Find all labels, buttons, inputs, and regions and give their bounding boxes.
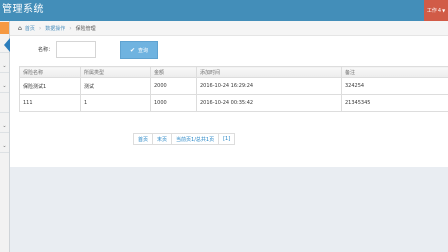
user-menu-label: 工作 [426, 8, 437, 14]
app-title: 管理系统 [2, 4, 44, 15]
cell-type: 测试 [80, 77, 151, 95]
breadcrumb: ⌂ 首页 › 数据操作 › 保险管理 [10, 21, 448, 36]
table-row[interactable]: 111 1 1000 2016-10-24 00:35:42 21345345 [19, 94, 448, 112]
cell-remark: 324254 [341, 77, 448, 95]
chevron-down-icon: ⌄ [2, 82, 7, 89]
cell-time: 2016-10-24 16:29:24 [196, 77, 342, 95]
pagination: 首页 末页 当前页1/总共1页 [1] [133, 133, 236, 145]
column-header-type[interactable]: 所属类型 [80, 66, 151, 78]
chevron-down-icon: ⌄ [2, 142, 7, 149]
breadcrumb-separator: › [69, 24, 72, 32]
chevron-down-icon: ⌄ [2, 62, 7, 69]
cell-time: 2016-10-24 00:35:42 [196, 94, 342, 112]
cell-amount: 1000 [150, 94, 197, 112]
sidebar-item-3[interactable]: ⌄ [0, 79, 9, 93]
sidebar: ⌄ ⌄ ⌄ ⌄ [0, 21, 10, 252]
column-header-time[interactable]: 添加时间 [196, 66, 342, 78]
column-header-remark[interactable]: 备注 [341, 66, 448, 78]
table-header-row: 保险名称 所属类型 金额 添加时间 备注 [19, 66, 448, 78]
cell-remark: 21345345 [341, 94, 448, 112]
search-button-label: 查询 [138, 47, 149, 54]
search-button[interactable]: ✔ 查询 [120, 41, 158, 59]
column-header-name[interactable]: 保险名称 [19, 66, 81, 78]
cell-amount: 2000 [150, 77, 197, 95]
breadcrumb-separator: › [38, 24, 42, 32]
first-page-link[interactable]: 首页 [133, 133, 154, 145]
chevron-down-icon: ⌄ [2, 122, 7, 129]
sidebar-item-2[interactable]: ⌄ [0, 59, 9, 73]
sidebar-toggle[interactable] [0, 22, 9, 34]
sidebar-item-5[interactable]: ⌄ [0, 119, 9, 133]
column-header-amount[interactable]: 金额 [150, 66, 197, 78]
caret-down-icon: ▼ [442, 8, 446, 13]
search-label: 名称： [38, 47, 54, 53]
search-input[interactable] [56, 41, 96, 58]
breadcrumb-current: 保险管理 [75, 25, 96, 32]
cell-name: 111 [19, 94, 81, 112]
user-menu-button[interactable]: 工作 4 ▼ [424, 0, 448, 21]
table-row[interactable]: 保险测试1 测试 2000 2016-10-24 16:29:24 324254 [19, 77, 448, 95]
check-icon: ✔ [129, 46, 135, 54]
notification-count: 4 [437, 7, 442, 14]
main-content: ⌂ 首页 › 数据操作 › 保险管理 名称： ✔ 查询 保险名称 所属类型 金额… [10, 21, 448, 167]
cell-type: 1 [80, 94, 151, 112]
breadcrumb-section[interactable]: 数据操作 [45, 25, 65, 32]
top-navbar: 管理系统 工作 4 ▼ [0, 0, 448, 21]
breadcrumb-home[interactable]: 首页 [25, 25, 35, 32]
home-icon: ⌂ [18, 24, 22, 32]
data-table: 保险名称 所属类型 金额 添加时间 备注 保险测试1 测试 2000 2016-… [19, 66, 448, 112]
page-info: 当前页1/总共1页 [171, 133, 220, 145]
cell-name: 保险测试1 [19, 77, 81, 95]
sidebar-item-4[interactable] [0, 99, 9, 113]
page-number-link[interactable]: [1] [218, 133, 236, 145]
last-page-link[interactable]: 末页 [152, 133, 173, 145]
sidebar-item-6[interactable]: ⌄ [0, 139, 9, 153]
